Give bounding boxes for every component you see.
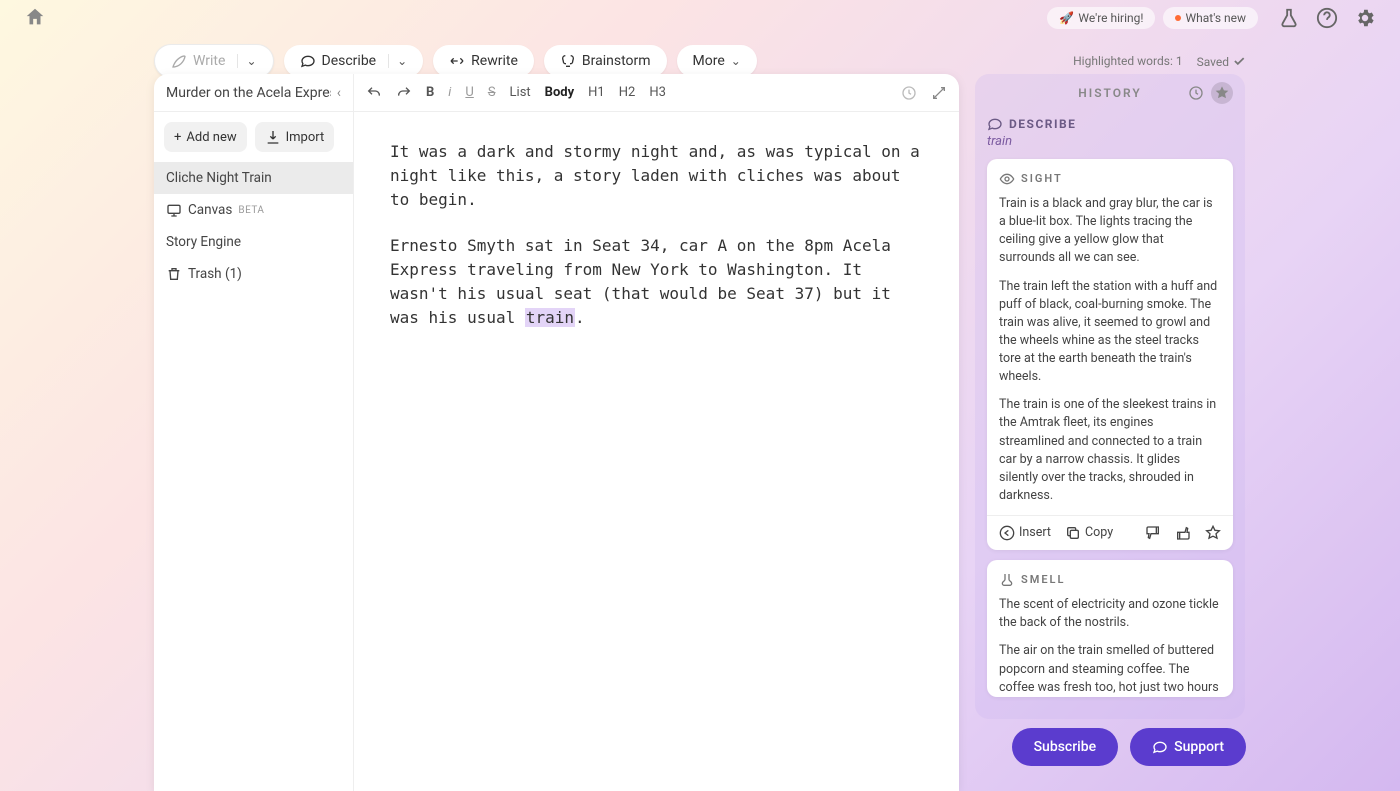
chevron-left-icon[interactable]: ‹ xyxy=(337,85,341,101)
chevron-down-icon[interactable]: ⌄ xyxy=(237,54,256,68)
thumbs-up-icon[interactable] xyxy=(1175,525,1191,541)
whatsnew-pill[interactable]: What's new xyxy=(1163,7,1258,29)
subscribe-button[interactable]: Subscribe xyxy=(1012,728,1119,766)
saved-status: Saved xyxy=(1197,54,1246,69)
sight-text: Train is a black and gray blur, the car … xyxy=(999,195,1221,268)
expand-icon[interactable] xyxy=(931,85,947,101)
brainstorm-button[interactable]: Brainstorm xyxy=(544,45,667,77)
history-star-icon[interactable] xyxy=(1211,82,1233,104)
describe-label: Describe xyxy=(322,53,377,69)
trash-icon xyxy=(166,266,182,282)
bold-button[interactable]: B xyxy=(426,85,434,100)
nose-icon xyxy=(999,572,1015,588)
rewrite-label: Rewrite xyxy=(471,53,518,69)
redo-button[interactable] xyxy=(396,85,412,101)
paragraph: It was a dark and stormy night and, as w… xyxy=(390,140,923,212)
h1-button[interactable]: H1 xyxy=(588,85,605,100)
flask-icon[interactable] xyxy=(1278,7,1300,29)
rewrite-button[interactable]: Rewrite xyxy=(433,45,534,77)
hiring-label: We're hiring! xyxy=(1078,11,1143,25)
more-label: More xyxy=(693,53,725,69)
sight-text: The train is one of the sleekest trains … xyxy=(999,396,1221,505)
subscribe-label: Subscribe xyxy=(1034,739,1097,755)
describe-button[interactable]: Describe ⌄ xyxy=(284,45,424,77)
history-clock-icon[interactable] xyxy=(1185,82,1207,104)
smell-card: SMELL The scent of electricity and ozone… xyxy=(987,560,1233,697)
add-new-label: Add new xyxy=(186,130,236,145)
sidebar-item-canvas[interactable]: Canvas BETA xyxy=(154,194,353,226)
dot-icon xyxy=(1175,15,1181,21)
undo-button[interactable] xyxy=(366,85,382,101)
list-button[interactable]: List xyxy=(510,85,531,100)
sight-label: SIGHT xyxy=(1021,171,1063,187)
smell-label: SMELL xyxy=(1021,572,1065,588)
support-label: Support xyxy=(1174,739,1224,755)
sidebar-item-label: Trash (1) xyxy=(188,266,242,282)
sidebar-item-trash[interactable]: Trash (1) xyxy=(154,258,353,290)
star-icon[interactable] xyxy=(1205,525,1221,541)
support-button[interactable]: Support xyxy=(1130,728,1246,766)
sight-card: SIGHT Train is a black and gray blur, th… xyxy=(987,159,1233,550)
smell-text: The air on the train smelled of buttered… xyxy=(999,642,1221,697)
underline-button[interactable]: U xyxy=(465,85,473,100)
add-new-button[interactable]: + Add new xyxy=(164,122,247,152)
sidebar-item-label: Story Engine xyxy=(166,234,241,250)
gear-icon[interactable] xyxy=(1354,7,1376,29)
chevron-down-icon: ⌄ xyxy=(731,54,741,68)
help-icon[interactable] xyxy=(1316,7,1338,29)
smell-text: The scent of electricity and ozone tickl… xyxy=(999,596,1221,632)
brainstorm-label: Brainstorm xyxy=(582,53,651,69)
chat-icon xyxy=(1152,739,1168,755)
body-style-button[interactable]: Body xyxy=(545,85,575,100)
strikethrough-button[interactable]: S xyxy=(488,85,496,100)
import-label: Import xyxy=(286,130,325,145)
write-button[interactable]: Write ⌄ xyxy=(154,44,274,78)
sidebar-item-cliche[interactable]: Cliche Night Train xyxy=(154,162,353,194)
more-button[interactable]: More ⌄ xyxy=(677,45,757,77)
history-panel: HISTORY DESCRIBE train SIGHT Train is a … xyxy=(975,74,1245,719)
italic-button[interactable]: i xyxy=(448,85,451,100)
chevron-down-icon[interactable]: ⌄ xyxy=(388,54,407,68)
beta-badge: BETA xyxy=(238,205,264,216)
rocket-icon: 🚀 xyxy=(1059,11,1074,25)
document-title: Murder on the Acela Expres xyxy=(166,85,331,101)
copy-label: Copy xyxy=(1085,524,1113,542)
sidebar-item-story-engine[interactable]: Story Engine xyxy=(154,226,353,258)
insert-label: Insert xyxy=(1019,524,1051,542)
thumbs-down-icon[interactable] xyxy=(1145,525,1161,541)
describe-header: DESCRIBE xyxy=(1009,117,1076,131)
paragraph: Ernesto Smyth sat in Seat 34, car A on t… xyxy=(390,234,923,330)
h3-button[interactable]: H3 xyxy=(649,85,666,100)
h2-button[interactable]: H2 xyxy=(619,85,636,100)
highlighted-count: Highlighted words: 1 xyxy=(1073,54,1182,68)
plus-icon: + xyxy=(174,130,181,145)
download-icon xyxy=(265,129,281,145)
copy-button[interactable]: Copy xyxy=(1065,524,1113,542)
canvas-icon xyxy=(166,202,182,218)
hiring-pill[interactable]: 🚀 We're hiring! xyxy=(1047,7,1155,29)
sidebar-item-label: Cliche Night Train xyxy=(166,170,272,186)
editor-content[interactable]: It was a dark and stormy night and, as w… xyxy=(354,112,959,380)
write-label: Write xyxy=(193,53,225,69)
describe-icon xyxy=(987,116,1003,132)
whatsnew-label: What's new xyxy=(1185,11,1246,25)
history-title: HISTORY xyxy=(1078,86,1141,100)
sight-text: The train left the station with a huff a… xyxy=(999,278,1221,387)
import-button[interactable]: Import xyxy=(255,122,335,152)
eye-icon xyxy=(999,171,1015,187)
insert-button[interactable]: Insert xyxy=(999,524,1051,542)
highlighted-word[interactable]: train xyxy=(525,308,575,327)
history-icon[interactable] xyxy=(901,85,917,101)
sidebar-item-label: Canvas xyxy=(188,202,232,218)
home-icon[interactable] xyxy=(24,6,48,30)
describe-term: train xyxy=(987,134,1233,149)
